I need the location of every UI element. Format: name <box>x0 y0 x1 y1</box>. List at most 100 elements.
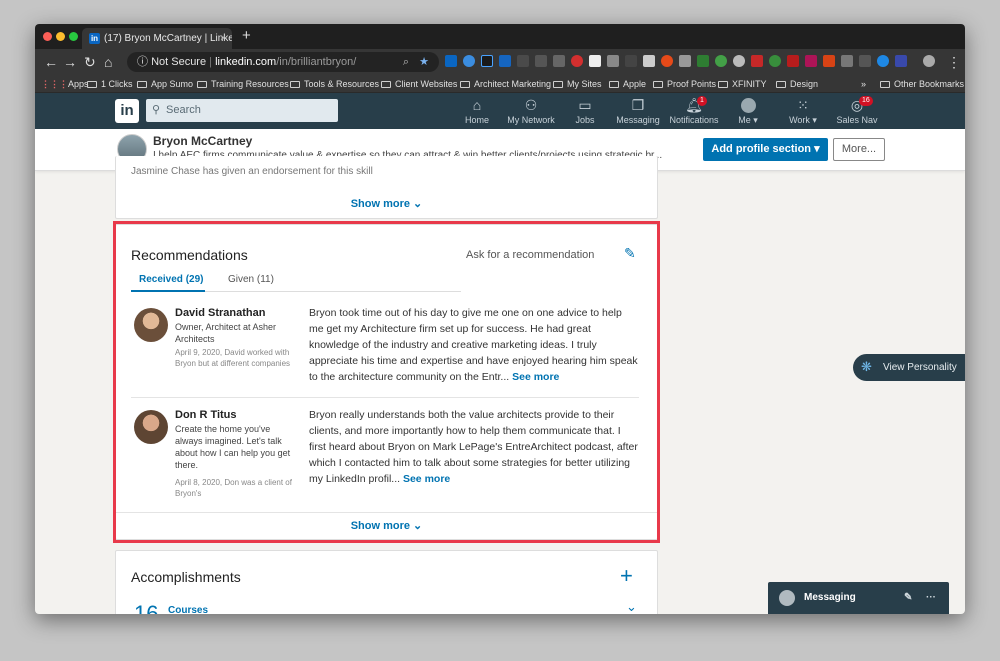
nav-messaging[interactable]: ❐ Messaging <box>613 93 663 129</box>
tab-received[interactable]: Received (29) <box>139 274 203 285</box>
extension-icon[interactable] <box>445 55 457 67</box>
avatar[interactable] <box>134 410 168 444</box>
tab-given[interactable]: Given (11) <box>228 274 274 285</box>
bookmark-folder[interactable]: Client Websites <box>381 75 457 92</box>
add-accomplishment-icon[interactable]: + <box>620 563 633 589</box>
nav-notifications[interactable]: 🔔︎ Notifications 1 <box>665 93 723 129</box>
home-icon[interactable]: ⌂ <box>104 54 112 70</box>
extension-icon[interactable] <box>823 55 835 67</box>
bookmark-star-icon[interactable]: ★ <box>419 52 429 72</box>
extension-icon[interactable] <box>481 55 493 67</box>
close-window-button[interactable] <box>43 32 52 41</box>
bookmark-folder[interactable]: Proof Points <box>653 75 716 92</box>
extension-icon[interactable] <box>697 55 709 67</box>
chevron-down-icon[interactable]: ⌄ <box>626 599 637 614</box>
bookmark-folder[interactable]: Design <box>776 75 818 92</box>
zoom-window-button[interactable] <box>69 32 78 41</box>
extension-icon[interactable] <box>895 55 907 67</box>
bookmark-folder[interactable]: Tools & Resources <box>290 75 379 92</box>
extension-icon[interactable] <box>769 55 781 67</box>
courses-label[interactable]: Courses <box>168 605 208 614</box>
folder-icon <box>197 81 207 88</box>
folder-icon <box>87 81 97 88</box>
view-personality-button[interactable]: ❋ View Personality <box>853 354 965 381</box>
folder-icon <box>718 81 728 88</box>
url-bar[interactable]: ⓘ Not Secure | linkedin.com/in/brilliant… <box>127 52 439 72</box>
extension-icon[interactable] <box>679 55 691 67</box>
bookmark-folder[interactable]: Apple <box>609 75 646 92</box>
edit-pencil-icon[interactable]: ✎ <box>624 245 636 262</box>
recommender-name[interactable]: David Stranathan <box>175 307 265 319</box>
extension-icon[interactable] <box>571 55 583 67</box>
courses-count: 16 <box>134 601 159 614</box>
see-more-link[interactable]: See more <box>512 371 559 383</box>
ask-for-recommendation-link[interactable]: Ask for a recommendation <box>466 249 594 261</box>
extension-icon[interactable] <box>535 55 547 67</box>
bookmark-folder[interactable]: My Sites <box>553 75 602 92</box>
extension-icon[interactable] <box>463 55 475 67</box>
extension-icon[interactable] <box>787 55 799 67</box>
extension-icon[interactable] <box>499 55 511 67</box>
extension-icon[interactable] <box>859 55 871 67</box>
bookmark-folder[interactable]: Architect Marketing <box>460 75 551 92</box>
close-tab-icon[interactable]: × <box>220 28 226 49</box>
nav-work[interactable]: ⁙ Work ▾ <box>783 93 823 129</box>
view-personality-label: View Personality <box>883 362 957 373</box>
compose-icon[interactable]: ✎ <box>904 582 912 614</box>
nav-me[interactable]: Me ▾ <box>731 93 765 129</box>
recommender-role: Owner, Architect at Asher Architects <box>175 322 277 344</box>
url-path: /in/brilliantbryon/ <box>276 56 357 68</box>
extension-icon[interactable] <box>589 55 601 67</box>
extension-icon[interactable] <box>733 55 745 67</box>
apps-bookmark[interactable]: ⋮⋮⋮ Apps <box>41 75 89 92</box>
extension-icon[interactable] <box>643 55 655 67</box>
extension-icon[interactable] <box>751 55 763 67</box>
new-tab-button[interactable]: + <box>242 27 251 45</box>
nav-home[interactable]: ⌂ Home <box>458 93 496 129</box>
recommender-name[interactable]: Don R Titus <box>175 409 237 421</box>
extension-icon[interactable] <box>715 55 727 67</box>
back-icon[interactable]: ← <box>44 54 58 70</box>
extension-icon[interactable] <box>553 55 565 67</box>
see-more-link[interactable]: See more <box>403 473 450 485</box>
nav-jobs[interactable]: ▭ Jobs <box>568 93 602 129</box>
extension-icon[interactable] <box>661 55 673 67</box>
forward-icon[interactable]: → <box>63 54 77 70</box>
avatar <box>779 590 795 606</box>
extension-icon[interactable] <box>625 55 637 67</box>
minimize-window-button[interactable] <box>56 32 65 41</box>
other-bookmarks-folder[interactable]: Other Bookmarks <box>880 75 964 92</box>
bookmark-folder[interactable]: App Sumo <box>137 75 193 92</box>
more-button[interactable]: More... <box>833 138 885 161</box>
recommendation-item: David Stranathan Owner, Architect at Ash… <box>131 299 639 404</box>
linkedin-logo[interactable]: in <box>115 99 139 123</box>
folder-icon <box>290 81 300 88</box>
folder-icon <box>609 81 619 88</box>
nav-my-network[interactable]: ⚇ My Network <box>503 93 559 129</box>
bookmarks-overflow-icon[interactable]: » <box>861 75 866 92</box>
profile-avatar-icon[interactable] <box>923 55 935 67</box>
nav-sales-nav[interactable]: ◎ Sales Nav 16 <box>833 93 881 129</box>
more-icon[interactable]: ··· <box>926 582 936 614</box>
divider <box>131 397 639 398</box>
zoom-icon[interactable]: ⌕ <box>403 52 409 72</box>
extension-icon[interactable] <box>877 55 889 67</box>
accomplishments-card: Accomplishments + 16 Courses ⌄ <box>115 550 658 614</box>
reload-icon[interactable]: ↻ <box>84 54 96 70</box>
show-more-recommendations-button[interactable]: Show more ⌄ <box>116 519 657 532</box>
bookmark-folder[interactable]: XFINITY <box>718 75 767 92</box>
bookmark-folder[interactable]: 1 Clicks <box>87 75 133 92</box>
search-input[interactable]: ⚲ Search <box>146 99 338 122</box>
extension-icon[interactable] <box>517 55 529 67</box>
recommendation-meta: April 9, 2020, David worked with Bryon b… <box>175 348 291 368</box>
messaging-overlay-bar[interactable]: Messaging ✎ ··· <box>768 582 949 614</box>
browser-menu-icon[interactable]: ⋮ <box>947 54 961 70</box>
avatar[interactable] <box>134 308 168 342</box>
bookmark-folder[interactable]: Training Resources <box>197 75 289 92</box>
show-more-skills-button[interactable]: Show more ⌄ <box>116 197 657 210</box>
add-profile-section-button[interactable]: Add profile section ▾ <box>703 138 828 161</box>
browser-tab[interactable]: in (17) Bryon McCartney | LinkedIn × <box>82 28 232 49</box>
extension-icon[interactable] <box>607 55 619 67</box>
extension-icon[interactable] <box>841 55 853 67</box>
extension-icon[interactable] <box>805 55 817 67</box>
